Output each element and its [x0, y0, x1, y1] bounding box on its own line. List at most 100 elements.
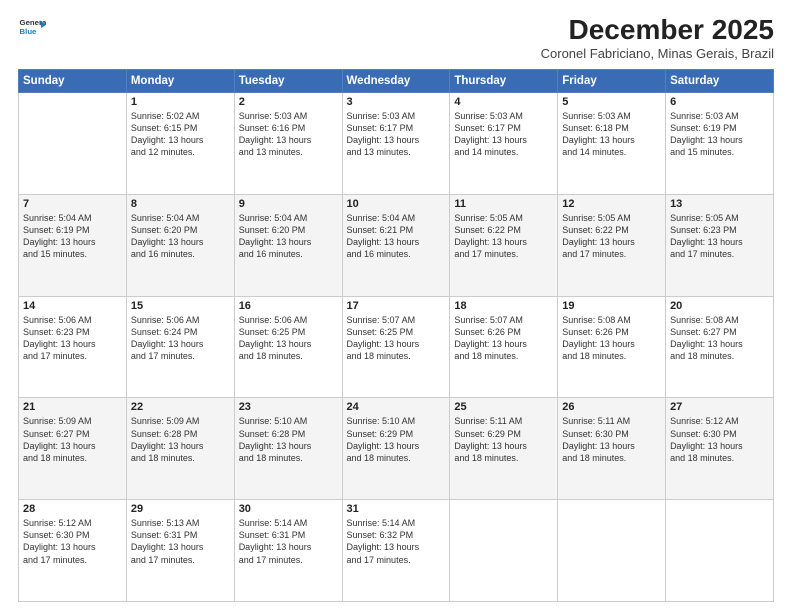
logo: General Blue	[18, 14, 46, 42]
day-number: 19	[562, 300, 661, 312]
day-cell: 27 Sunrise: 5:12 AM Sunset: 6:30 PM Dayli…	[666, 398, 774, 500]
week-row-4: 21 Sunrise: 5:09 AM Sunset: 6:27 PM Dayli…	[19, 398, 774, 500]
day-number: 31	[347, 503, 446, 515]
week-row-1: 1Sunrise: 5:02 AM Sunset: 6:15 PM Daylig…	[19, 93, 774, 195]
week-row-3: 14 Sunrise: 5:06 AM Sunset: 6:23 PM Dayli…	[19, 296, 774, 398]
day-info: Sunrise: 5:07 AM Sunset: 6:26 PM Dayligh…	[454, 314, 553, 363]
day-info: Sunrise: 5:05 AM Sunset: 6:23 PM Dayligh…	[670, 212, 769, 261]
day-number: 28	[23, 503, 122, 515]
day-number: 23	[239, 401, 338, 413]
day-number: 8	[131, 198, 230, 210]
day-cell: 12 Sunrise: 5:05 AM Sunset: 6:22 PM Dayli…	[558, 194, 666, 296]
day-info: Sunrise: 5:04 AM Sunset: 6:21 PM Dayligh…	[347, 212, 446, 261]
day-cell	[666, 500, 774, 602]
day-cell: 14 Sunrise: 5:06 AM Sunset: 6:23 PM Dayli…	[19, 296, 127, 398]
col-header-monday: Monday	[126, 70, 234, 93]
day-cell: 28 Sunrise: 5:12 AM Sunset: 6:30 PM Dayli…	[19, 500, 127, 602]
day-number: 5	[562, 96, 661, 108]
day-number: 14	[23, 300, 122, 312]
header-row: SundayMondayTuesdayWednesdayThursdayFrid…	[19, 70, 774, 93]
day-info: Sunrise: 5:09 AM Sunset: 6:27 PM Dayligh…	[23, 415, 122, 464]
day-number: 2	[239, 96, 338, 108]
svg-text:Blue: Blue	[20, 27, 38, 36]
day-cell: 3Sunrise: 5:03 AM Sunset: 6:17 PM Daylig…	[342, 93, 450, 195]
day-cell	[19, 93, 127, 195]
day-cell: 16 Sunrise: 5:06 AM Sunset: 6:25 PM Dayli…	[234, 296, 342, 398]
col-header-wednesday: Wednesday	[342, 70, 450, 93]
day-cell: 20 Sunrise: 5:08 AM Sunset: 6:27 PM Dayli…	[666, 296, 774, 398]
day-cell: 23 Sunrise: 5:10 AM Sunset: 6:28 PM Dayli…	[234, 398, 342, 500]
day-number: 12	[562, 198, 661, 210]
day-info: Sunrise: 5:10 AM Sunset: 6:29 PM Dayligh…	[347, 415, 446, 464]
day-cell: 31 Sunrise: 5:14 AM Sunset: 6:32 PM Dayli…	[342, 500, 450, 602]
day-number: 21	[23, 401, 122, 413]
day-info: Sunrise: 5:05 AM Sunset: 6:22 PM Dayligh…	[454, 212, 553, 261]
day-info: Sunrise: 5:12 AM Sunset: 6:30 PM Dayligh…	[23, 517, 122, 566]
day-info: Sunrise: 5:05 AM Sunset: 6:22 PM Dayligh…	[562, 212, 661, 261]
day-number: 29	[131, 503, 230, 515]
day-cell: 9 Sunrise: 5:04 AM Sunset: 6:20 PM Daylig…	[234, 194, 342, 296]
day-cell: 1Sunrise: 5:02 AM Sunset: 6:15 PM Daylig…	[126, 93, 234, 195]
day-info: Sunrise: 5:06 AM Sunset: 6:25 PM Dayligh…	[239, 314, 338, 363]
day-info: Sunrise: 5:08 AM Sunset: 6:26 PM Dayligh…	[562, 314, 661, 363]
day-cell: 24 Sunrise: 5:10 AM Sunset: 6:29 PM Dayli…	[342, 398, 450, 500]
day-info: Sunrise: 5:09 AM Sunset: 6:28 PM Dayligh…	[131, 415, 230, 464]
day-info: Sunrise: 5:06 AM Sunset: 6:23 PM Dayligh…	[23, 314, 122, 363]
day-number: 16	[239, 300, 338, 312]
day-number: 30	[239, 503, 338, 515]
col-header-sunday: Sunday	[19, 70, 127, 93]
day-info: Sunrise: 5:08 AM Sunset: 6:27 PM Dayligh…	[670, 314, 769, 363]
calendar-table: SundayMondayTuesdayWednesdayThursdayFrid…	[18, 69, 774, 602]
day-number: 10	[347, 198, 446, 210]
day-info: Sunrise: 5:10 AM Sunset: 6:28 PM Dayligh…	[239, 415, 338, 464]
day-number: 6	[670, 96, 769, 108]
day-number: 25	[454, 401, 553, 413]
day-info: Sunrise: 5:04 AM Sunset: 6:19 PM Dayligh…	[23, 212, 122, 261]
month-title: December 2025	[541, 14, 774, 46]
subtitle: Coronel Fabriciano, Minas Gerais, Brazil	[541, 46, 774, 61]
col-header-tuesday: Tuesday	[234, 70, 342, 93]
day-info: Sunrise: 5:03 AM Sunset: 6:16 PM Dayligh…	[239, 110, 338, 159]
day-number: 4	[454, 96, 553, 108]
day-info: Sunrise: 5:11 AM Sunset: 6:29 PM Dayligh…	[454, 415, 553, 464]
day-info: Sunrise: 5:04 AM Sunset: 6:20 PM Dayligh…	[239, 212, 338, 261]
day-cell: 11 Sunrise: 5:05 AM Sunset: 6:22 PM Dayli…	[450, 194, 558, 296]
day-number: 9	[239, 198, 338, 210]
week-row-5: 28 Sunrise: 5:12 AM Sunset: 6:30 PM Dayli…	[19, 500, 774, 602]
day-cell: 30Sunrise: 5:14 AM Sunset: 6:31 PM Dayli…	[234, 500, 342, 602]
day-cell: 19 Sunrise: 5:08 AM Sunset: 6:26 PM Dayli…	[558, 296, 666, 398]
day-info: Sunrise: 5:06 AM Sunset: 6:24 PM Dayligh…	[131, 314, 230, 363]
day-cell: 22 Sunrise: 5:09 AM Sunset: 6:28 PM Dayli…	[126, 398, 234, 500]
day-cell: 5Sunrise: 5:03 AM Sunset: 6:18 PM Daylig…	[558, 93, 666, 195]
day-info: Sunrise: 5:03 AM Sunset: 6:19 PM Dayligh…	[670, 110, 769, 159]
day-number: 22	[131, 401, 230, 413]
day-cell	[450, 500, 558, 602]
day-info: Sunrise: 5:02 AM Sunset: 6:15 PM Dayligh…	[131, 110, 230, 159]
day-info: Sunrise: 5:13 AM Sunset: 6:31 PM Dayligh…	[131, 517, 230, 566]
day-info: Sunrise: 5:14 AM Sunset: 6:32 PM Dayligh…	[347, 517, 446, 566]
day-number: 13	[670, 198, 769, 210]
day-cell: 15Sunrise: 5:06 AM Sunset: 6:24 PM Dayli…	[126, 296, 234, 398]
day-info: Sunrise: 5:07 AM Sunset: 6:25 PM Dayligh…	[347, 314, 446, 363]
day-cell: 4 Sunrise: 5:03 AM Sunset: 6:17 PM Daylig…	[450, 93, 558, 195]
col-header-saturday: Saturday	[666, 70, 774, 93]
day-info: Sunrise: 5:12 AM Sunset: 6:30 PM Dayligh…	[670, 415, 769, 464]
col-header-thursday: Thursday	[450, 70, 558, 93]
day-number: 18	[454, 300, 553, 312]
day-number: 3	[347, 96, 446, 108]
day-number: 26	[562, 401, 661, 413]
day-cell: 6 Sunrise: 5:03 AM Sunset: 6:19 PM Daylig…	[666, 93, 774, 195]
day-cell	[558, 500, 666, 602]
page: General Blue December 2025 Coronel Fabri…	[0, 0, 792, 612]
day-number: 24	[347, 401, 446, 413]
title-block: December 2025 Coronel Fabriciano, Minas …	[541, 14, 774, 61]
day-number: 11	[454, 198, 553, 210]
col-header-friday: Friday	[558, 70, 666, 93]
day-info: Sunrise: 5:03 AM Sunset: 6:17 PM Dayligh…	[454, 110, 553, 159]
day-cell: 18 Sunrise: 5:07 AM Sunset: 6:26 PM Dayli…	[450, 296, 558, 398]
day-cell: 10 Sunrise: 5:04 AM Sunset: 6:21 PM Dayli…	[342, 194, 450, 296]
day-number: 27	[670, 401, 769, 413]
logo-icon: General Blue	[18, 14, 46, 42]
day-cell: 26Sunrise: 5:11 AM Sunset: 6:30 PM Dayli…	[558, 398, 666, 500]
day-number: 20	[670, 300, 769, 312]
